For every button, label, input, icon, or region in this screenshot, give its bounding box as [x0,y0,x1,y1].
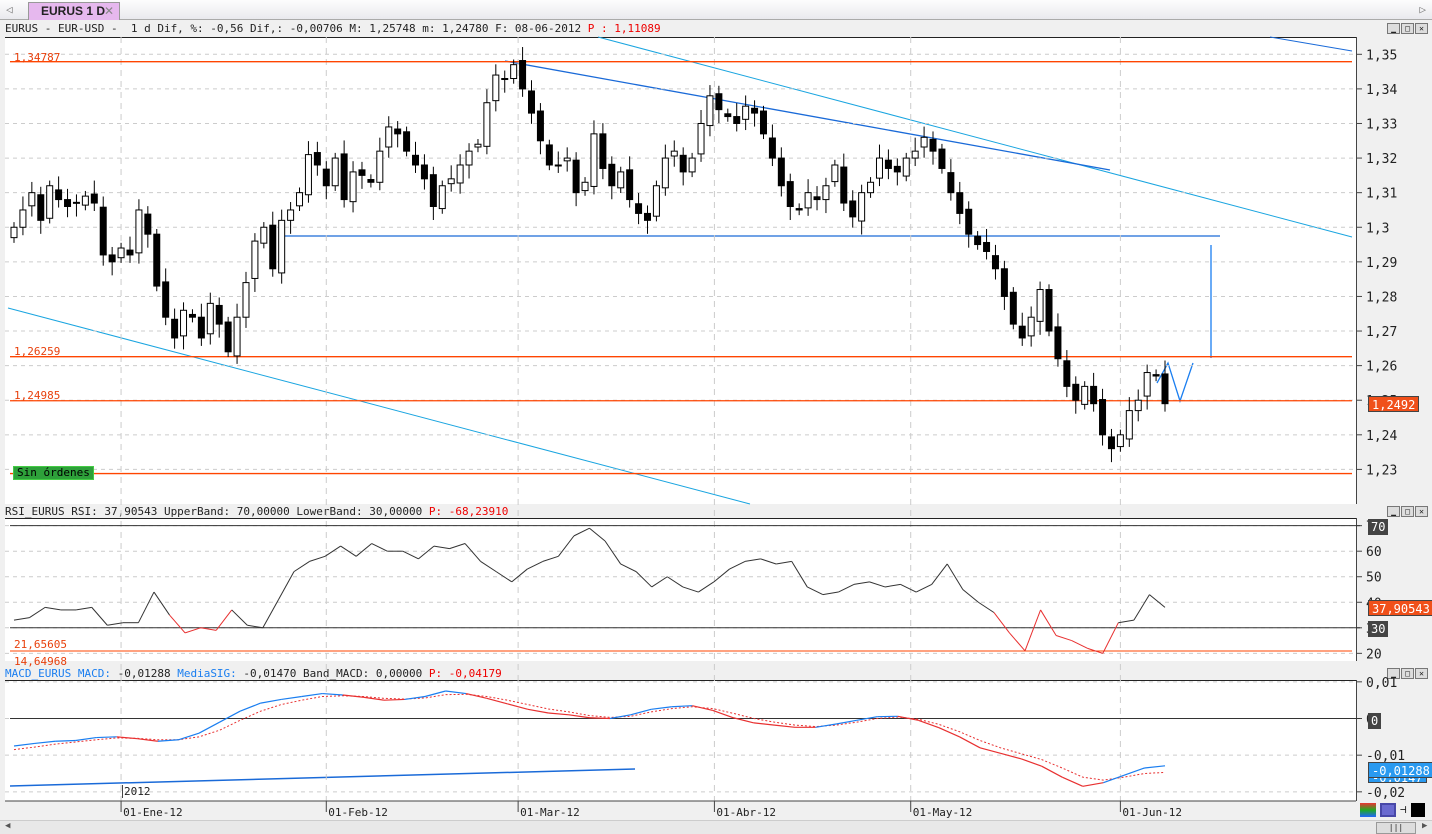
level-label-124985: 1,24985 [14,389,61,402]
macd-header: MACD_EURUS MACD: -0,01288 MediaSIG: -0,0… [5,666,502,681]
date-label: 01-Jun-12 [1122,806,1182,819]
date-label: 01-Mar-12 [520,806,580,819]
rsi-axis[interactable] [1356,518,1432,661]
price-header: EURUS - EUR-USD - 1 d Dif, %: -0,56 Dif,… [5,21,661,36]
horizontal-scrollbar[interactable]: ◀ ||| ▶ [0,820,1432,834]
date-label: 01-Feb-12 [328,806,388,819]
signal-label: MediaSIG: [170,667,237,680]
year-label: 2012 [122,785,151,798]
color-swatch[interactable] [1410,803,1425,817]
price-header-p: P : 1,11089 [587,22,661,35]
rsi-upper-tag: 70 [1368,519,1389,535]
close-icon[interactable]: ✕ [1415,668,1428,679]
macd-value: -0,01288 [110,667,171,680]
orders-badge[interactable]: Sin órdenes [13,466,94,480]
rsi-header: RSI_EURUS RSI: 37,90543 UpperBand: 70,00… [5,504,508,519]
rsi-level-label-1: 21,65605 [14,638,67,651]
close-icon[interactable]: ✕ [1415,506,1428,517]
rsi-lower-tag: 30 [1368,621,1389,637]
date-label: 01-May-12 [913,806,973,819]
current-price-tag: 1,2492 [1368,396,1420,412]
pin-icon[interactable]: ⊣ [1400,803,1407,820]
signal-value: -0,01470 Band_MACD: 0,00000 [236,667,423,680]
tab-bar: ◁ EURUS 1 D ✕ ▷ [0,0,1432,20]
maximize-icon[interactable]: □ [1401,668,1414,679]
minimize-icon[interactable]: ▁ [1387,23,1400,34]
rsi-value-tag: 37,90543 [1368,600,1432,616]
minimize-icon[interactable]: ▁ [1387,668,1400,679]
price-window-buttons: ▁ □ ✕ [1387,23,1428,34]
macd-window-buttons: ▁ □ ✕ [1387,668,1428,679]
macd-p: P: -0,04179 [422,667,502,680]
rsi-header-text: RSI_EURUS RSI: 37,90543 UpperBand: 70,00… [5,505,423,518]
level-label-126259: 1,26259 [14,345,61,358]
close-tab-icon[interactable]: ✕ [104,4,114,18]
macd-label: MACD_EURUS MACD: [5,667,111,680]
level-label-134787: 1,34787 [14,51,61,64]
minimize-icon[interactable]: ▁ [1387,506,1400,517]
date-label: 01-Abr-12 [716,806,776,819]
rsi-window-buttons: ▁ □ ✕ [1387,506,1428,517]
date-label: 01-Ene-12 [123,806,183,819]
macd-value-tag: -0,01288 [1368,762,1432,778]
save-icon[interactable] [1380,803,1396,817]
tab-eurus[interactable]: EURUS 1 D ✕ [28,2,120,20]
scroll-thumb[interactable]: ||| [1376,822,1416,834]
scroll-left-icon[interactable]: ◀ [5,821,10,831]
tab-scroll-left-icon[interactable]: ◁ [6,3,13,16]
rsi-panel[interactable] [5,518,1356,661]
flag-icon[interactable] [1360,803,1376,817]
maximize-icon[interactable]: □ [1401,23,1414,34]
rsi-header-p: P: -68,23910 [428,505,509,518]
macd-panel[interactable] [5,680,1356,801]
price-axis[interactable] [1356,37,1432,504]
macd-zero-tag: 0 [1368,713,1382,729]
close-icon[interactable]: ✕ [1415,23,1428,34]
price-panel[interactable] [5,37,1356,504]
maximize-icon[interactable]: □ [1401,506,1414,517]
scroll-right-icon[interactable]: ▶ [1422,821,1427,831]
tab-scroll-right-icon[interactable]: ▷ [1419,3,1426,16]
tab-label: EURUS 1 D [41,4,106,18]
rsi-level-label-2: 14,64968 [14,655,67,668]
price-header-text: EURUS - EUR-USD - 1 d Dif, %: -0,56 Dif,… [5,22,582,35]
axis-toolbar: ⊣ [1356,801,1432,820]
